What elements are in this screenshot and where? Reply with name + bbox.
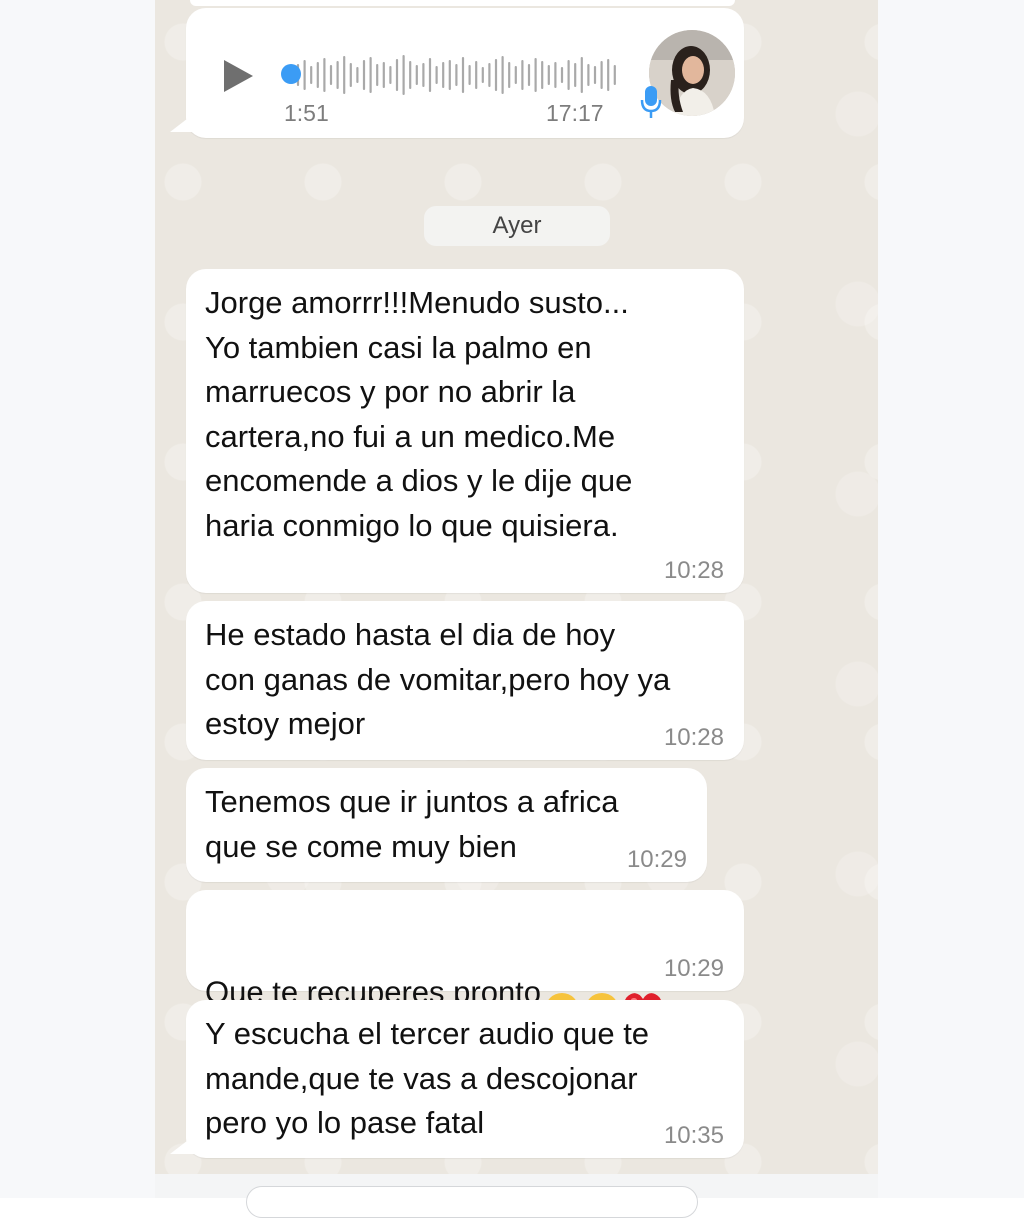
message-text: Y escucha el tercer audio que te mande,q… bbox=[205, 1016, 650, 1140]
waveform-bar bbox=[580, 57, 583, 93]
waveform-bar bbox=[600, 61, 603, 89]
waveform-bar bbox=[593, 66, 597, 84]
waveform-bar bbox=[409, 61, 412, 89]
waveform-bar bbox=[587, 64, 590, 86]
waveform-bar bbox=[607, 59, 610, 91]
waveform-bar bbox=[362, 60, 366, 90]
waveform-bar bbox=[310, 66, 313, 84]
waveform-bar bbox=[323, 58, 326, 92]
message-time: 10:35 bbox=[663, 1122, 724, 1149]
waveform-bar bbox=[448, 60, 451, 90]
microphone-icon bbox=[640, 86, 662, 118]
waveform-bar bbox=[613, 65, 616, 85]
waveform-bar bbox=[329, 65, 333, 85]
waveform-bar bbox=[494, 59, 498, 91]
message-bubble[interactable]: Jorge amorrr!!!Menudo susto... Yo tambie… bbox=[186, 269, 744, 593]
waveform-bar bbox=[468, 65, 471, 85]
message-time: 10:29 bbox=[663, 955, 724, 982]
waveform-bar bbox=[303, 60, 306, 90]
waveform-bar bbox=[422, 63, 425, 87]
waveform-bar bbox=[567, 60, 570, 90]
play-icon[interactable] bbox=[224, 60, 253, 92]
waveform-bar bbox=[547, 65, 550, 85]
waveform-bar bbox=[435, 66, 438, 84]
message-input[interactable] bbox=[246, 1186, 698, 1218]
playback-position-knob[interactable] bbox=[281, 64, 301, 84]
waveform-bar bbox=[369, 57, 372, 93]
waveform-bar bbox=[376, 64, 379, 86]
waveform-bar bbox=[501, 56, 504, 94]
waveform-bar bbox=[316, 62, 319, 88]
waveform-bar bbox=[521, 60, 524, 90]
waveform-bar bbox=[560, 67, 564, 83]
message-bubble[interactable]: Y escucha el tercer audio que te mande,q… bbox=[186, 1000, 744, 1158]
waveform-bar bbox=[336, 61, 339, 89]
waveform-bar bbox=[455, 64, 458, 86]
waveform-bar bbox=[442, 62, 445, 88]
bubble-tail bbox=[170, 112, 196, 132]
waveform-bar bbox=[395, 59, 399, 91]
waveform-bar bbox=[461, 57, 465, 93]
waveform-bar bbox=[349, 63, 352, 87]
voice-duration: 1:51 bbox=[284, 100, 329, 126]
waveform-bar bbox=[508, 62, 511, 88]
waveform-bar bbox=[527, 64, 531, 86]
message-bubble[interactable]: Que te recuperes pronto 10:29 bbox=[186, 890, 744, 1027]
message-time: 10:28 bbox=[663, 724, 724, 751]
waveform-bar bbox=[389, 66, 392, 84]
waveform-bar bbox=[514, 66, 517, 84]
waveform-bar bbox=[554, 62, 557, 88]
voice-sent-time: 17:17 bbox=[546, 100, 604, 126]
audio-waveform[interactable] bbox=[288, 52, 618, 98]
message-bubble[interactable]: Tenemos que ir juntos a africa que se co… bbox=[186, 768, 707, 882]
previous-bubble-edge bbox=[190, 0, 735, 6]
message-time: 10:29 bbox=[626, 846, 687, 873]
waveform-bar bbox=[402, 55, 405, 95]
message-text: He estado hasta el dia de hoy con ganas … bbox=[205, 617, 671, 741]
waveform-bar bbox=[534, 58, 537, 92]
left-margin bbox=[0, 0, 155, 1198]
waveform-bar bbox=[382, 62, 385, 88]
message-bubble[interactable]: He estado hasta el dia de hoy con ganas … bbox=[186, 601, 744, 760]
waveform-bar bbox=[428, 58, 432, 92]
date-separator: Ayer bbox=[424, 206, 610, 246]
waveform-bar bbox=[415, 65, 418, 85]
waveform-bar bbox=[481, 67, 484, 83]
message-text: Tenemos que ir juntos a africa que se co… bbox=[205, 784, 619, 864]
voice-message-bubble[interactable]: 1:51 17:17 bbox=[186, 8, 744, 138]
bubble-tail bbox=[170, 1134, 196, 1154]
waveform-bar bbox=[541, 61, 544, 89]
right-margin bbox=[878, 0, 1024, 1198]
message-time: 10:28 bbox=[663, 557, 724, 584]
waveform-bar bbox=[488, 63, 491, 87]
waveform-bar bbox=[356, 67, 359, 83]
waveform-bar bbox=[343, 56, 346, 94]
message-text: Jorge amorrr!!!Menudo susto... Yo tambie… bbox=[205, 285, 633, 543]
waveform-bar bbox=[574, 63, 577, 87]
waveform-bar bbox=[475, 61, 478, 89]
